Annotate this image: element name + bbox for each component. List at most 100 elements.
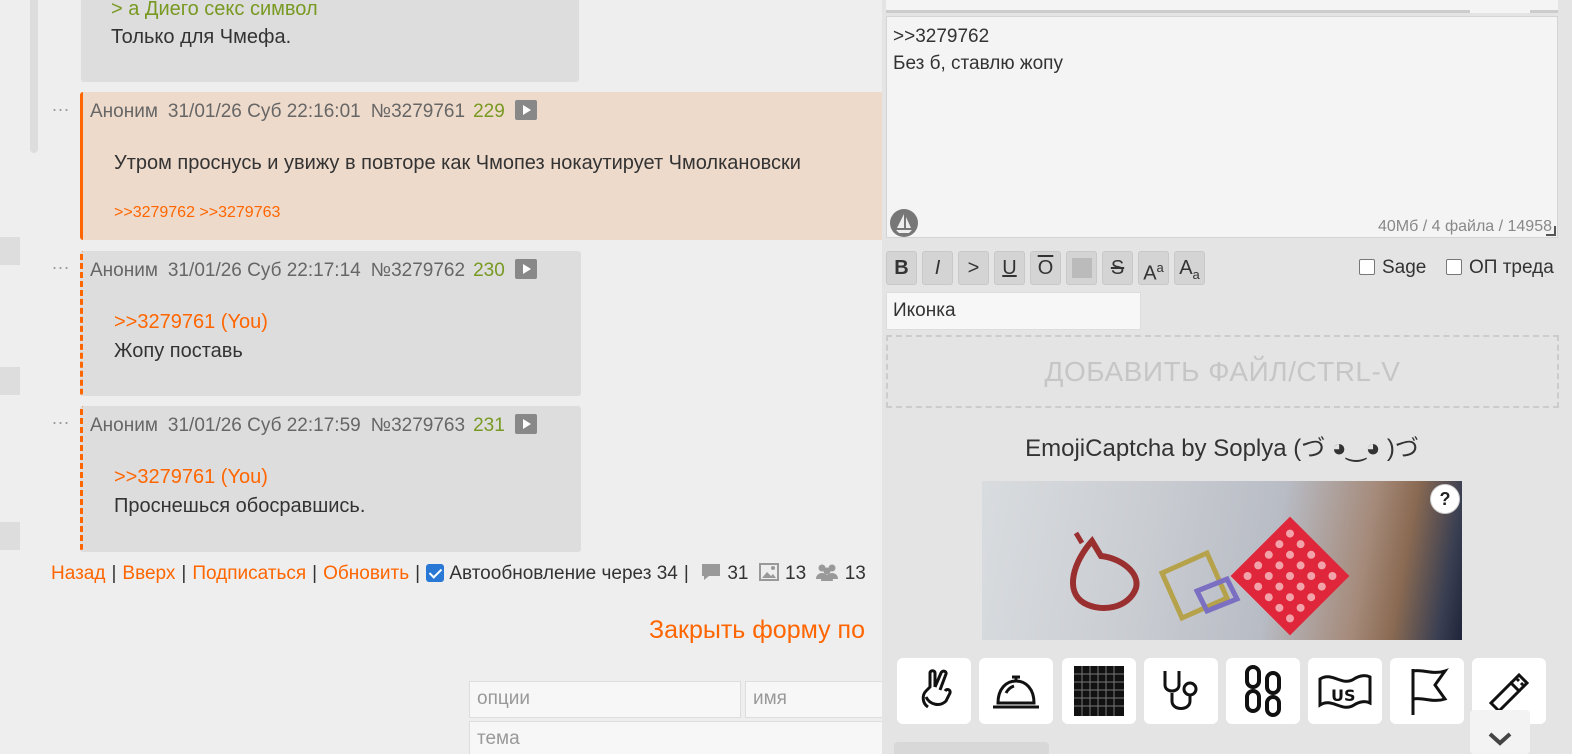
strike-button[interactable]: S (1102, 251, 1133, 285)
message-textarea[interactable]: >>3279762 Без б, ставлю жопу (886, 16, 1558, 238)
post: Аноним 31/01/26 Суб 22:17:14 №3279762 230 >… (80, 251, 581, 396)
post-text: Проснешься обосравшись. (114, 495, 366, 517)
post-datetime: 31/01/26 Суб 22:17:14 (167, 260, 361, 281)
file-limits: 40Мб / 4 файла / 14958 (1377, 218, 1552, 235)
scroll-down-button[interactable] (1470, 710, 1530, 754)
autoupdate-checkbox[interactable] (426, 564, 445, 582)
post-number[interactable]: №3279762 (371, 260, 465, 281)
name-field[interactable]: имя (745, 681, 895, 718)
sailboat-glyph (896, 214, 912, 233)
name-placeholder: имя (753, 688, 787, 709)
chevron-down-icon (1488, 732, 1512, 746)
sup-small: a (1156, 260, 1164, 275)
post-datetime: 31/01/26 Суб 22:17:59 (167, 415, 361, 436)
subject-field[interactable]: тема (469, 721, 895, 754)
post: Аноним 31/01/26 Суб 22:17:59 №3279763 231 >… (80, 406, 581, 552)
back-link[interactable]: Назад (51, 563, 105, 584)
sub-small: a (1192, 267, 1200, 282)
spoiler-button[interactable] (1066, 251, 1097, 285)
post: Аноним 31/01/26 Суб 22:16:01 №3279761 229 У… (80, 92, 890, 240)
spoiler-icon (1071, 258, 1092, 278)
subscript-button[interactable]: Aa (1174, 251, 1205, 285)
emoji-stethoscope-button[interactable] (1144, 658, 1218, 724)
form-tab[interactable] (1470, 0, 1530, 13)
post-count: 230 (473, 260, 505, 281)
side-tab[interactable] (0, 367, 20, 395)
underline-button[interactable]: U (994, 251, 1025, 285)
post-reply-link[interactable]: >>3279761 (You) (114, 311, 268, 334)
emoji-grid-button[interactable] (1062, 658, 1136, 724)
post-count: 231 (473, 415, 505, 436)
captcha-image (982, 481, 1462, 640)
posts-count-icon (702, 564, 721, 580)
post-menu-dots[interactable]: ... (52, 409, 70, 427)
close-form-link[interactable]: Закрыть форму по (649, 616, 865, 645)
refresh-link[interactable]: Обновить (323, 563, 409, 584)
post-text: Жопу поставь (114, 340, 243, 362)
thread-nav: Назад | Вверх | Подписаться | Обновить | Автооб… (51, 562, 866, 585)
bottom-tab[interactable] (894, 742, 1049, 754)
emoji-bell-button[interactable] (979, 658, 1053, 724)
users-count-icon (816, 564, 839, 581)
emoji-flag-button[interactable] (1390, 658, 1464, 724)
up-link[interactable]: Вверх (122, 563, 175, 584)
captcha-help-button[interactable]: ? (1430, 484, 1460, 514)
quote-button[interactable]: > (958, 251, 989, 285)
sup-main: A (1143, 262, 1157, 285)
posts-count: 31 (727, 563, 749, 584)
subscribe-link[interactable]: Подписаться (192, 563, 306, 584)
flag-icon (1411, 668, 1449, 715)
post-replies-links[interactable]: >>3279762 >>3279763 (114, 204, 280, 222)
sage-label: Sage (1382, 257, 1427, 278)
sailboat-icon[interactable] (890, 209, 918, 237)
op-option[interactable]: ОП треда (1446, 257, 1554, 279)
post-author: Аноним (90, 415, 158, 436)
emoji-us-flag-button[interactable]: US (1308, 658, 1382, 724)
play-icon[interactable] (514, 259, 537, 279)
crossed-fingers-icon (921, 669, 952, 709)
play-icon[interactable] (514, 414, 537, 434)
post-menu-dots[interactable]: ... (52, 96, 70, 114)
grid-pattern-icon (1074, 666, 1124, 716)
images-count: 13 (785, 563, 807, 584)
nav-separator: | (415, 563, 421, 584)
play-icon[interactable] (514, 100, 537, 120)
chain-icon (1245, 665, 1281, 717)
nav-separator: | (111, 563, 117, 584)
post-datetime: 31/01/26 Суб 22:16:01 (167, 101, 361, 122)
side-tab[interactable] (0, 237, 20, 265)
op-checkbox[interactable] (1446, 259, 1462, 275)
side-tab[interactable] (0, 522, 20, 550)
overline-button[interactable]: O (1030, 251, 1061, 285)
post-header: Аноним 31/01/26 Суб 22:17:14 №3279762 230 (90, 259, 537, 282)
post-text: Только для Чмефа. (111, 26, 292, 48)
nav-separator: | (683, 563, 689, 584)
post-number[interactable]: №3279761 (371, 101, 465, 122)
icon-select[interactable]: Иконка (886, 292, 1141, 330)
post-header: Аноним 31/01/26 Суб 22:16:01 №3279761 229 (90, 100, 537, 123)
options-field[interactable]: опции (469, 681, 741, 718)
italic-button[interactable]: I (922, 251, 953, 285)
captcha-emojis (1070, 516, 1350, 636)
subject-placeholder: тема (477, 728, 520, 749)
resize-handle-icon[interactable] (1546, 226, 1556, 236)
images-count-icon (758, 563, 779, 581)
sage-checkbox[interactable] (1359, 259, 1375, 275)
superscript-button[interactable]: Aa (1138, 251, 1169, 285)
nav-separator: | (181, 563, 187, 584)
post-quote: > а Диего секс символ (111, 0, 318, 20)
us-flag-icon: US (1318, 674, 1372, 709)
post-author: Аноним (90, 260, 158, 281)
sage-option[interactable]: Sage (1359, 257, 1426, 279)
emoji-chain-button[interactable] (1226, 658, 1300, 724)
autoupdate-label: Автообновление через 34 (449, 563, 678, 584)
post-reply-link[interactable]: >>3279761 (You) (114, 466, 268, 489)
bold-button[interactable]: B (886, 251, 917, 285)
file-drop-zone[interactable]: ДОБАВИТЬ ФАЙЛ/CTRL-V (886, 335, 1559, 408)
captcha-title: EmojiCaptcha by Soplya (づ ◕‿◕ )づ (1025, 435, 1419, 462)
post-number[interactable]: №3279763 (371, 415, 465, 436)
form-drag-bar[interactable] (886, 0, 1558, 13)
emoji-crossed-fingers-button[interactable] (897, 658, 971, 724)
post-menu-dots[interactable]: ... (52, 254, 70, 272)
scroll-rail[interactable] (30, 0, 38, 153)
